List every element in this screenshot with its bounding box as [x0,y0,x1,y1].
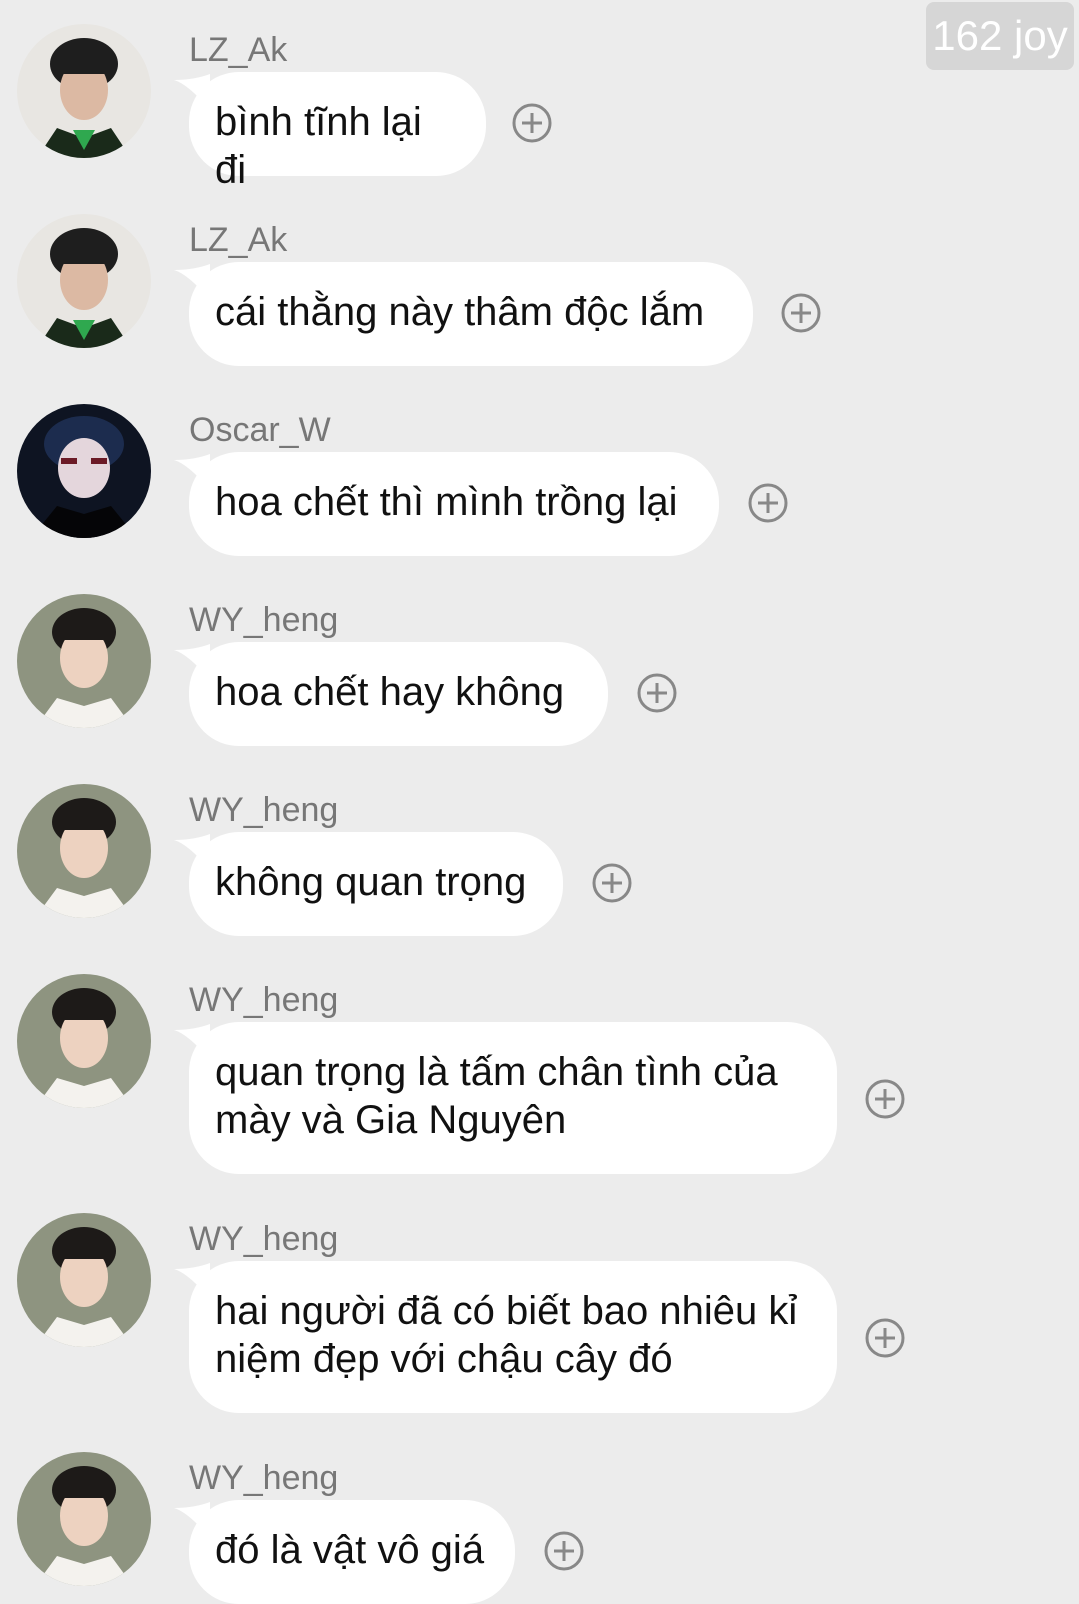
message-text-line: quan trọng là tấm chân tình của [215,1050,778,1094]
message-bubble[interactable]: quan trọng là tấm chân tình của mày và G… [189,1022,837,1174]
plus-circle-icon[interactable] [864,1317,906,1359]
message-text: hoa chết hay không [215,670,565,714]
avatar[interactable] [17,594,151,728]
sender-name: WY_heng [189,601,339,639]
message-text-line: niệm đẹp với chậu cây đó [215,1337,673,1381]
message-bubble[interactable]: hoa chết thì mình trồng lại [189,452,719,556]
plus-circle-icon[interactable] [780,292,822,334]
avatar[interactable] [17,1213,151,1347]
sender-name: LZ_Ak [189,31,288,69]
message-bubble[interactable]: bình tĩnh lại đi [189,72,486,192]
plus-circle-icon[interactable] [591,862,633,904]
avatar[interactable] [17,1452,151,1586]
plus-circle-icon[interactable] [747,482,789,524]
message-text: không quan trọng [215,860,527,904]
sender-name: WY_heng [189,791,339,829]
sender-name: WY_heng [189,1459,339,1497]
message-text: bình tĩnh lại đi [215,100,422,192]
plus-circle-icon[interactable] [543,1530,585,1572]
message-text: đó là vật vô giá [215,1528,485,1572]
message-bubble[interactable]: đó là vật vô giá [189,1500,515,1604]
watermark: 162 joy [926,2,1074,70]
avatar[interactable] [17,24,151,158]
plus-circle-icon[interactable] [864,1078,906,1120]
avatar[interactable] [17,974,151,1108]
sender-name: Oscar_W [189,411,331,449]
avatar[interactable] [17,404,151,538]
message-bubble[interactable]: hoa chết hay không [189,642,608,746]
sender-name: WY_heng [189,1220,339,1258]
plus-circle-icon[interactable] [511,102,553,144]
plus-circle-icon[interactable] [636,672,678,714]
avatar[interactable] [17,214,151,348]
message-text: cái thằng này thâm độc lắm [215,290,705,334]
message-text-line: hai người đã có biết bao nhiêu kỉ [215,1289,798,1333]
message-text-line: mày và Gia Nguyên [215,1098,567,1142]
sender-name: LZ_Ak [189,221,288,259]
message-text: hoa chết thì mình trồng lại [215,480,678,524]
avatar[interactable] [17,784,151,918]
sender-name: WY_heng [189,981,339,1019]
message-bubble[interactable]: không quan trọng [189,832,563,936]
message-bubble[interactable]: cái thằng này thâm độc lắm [189,262,753,366]
message-bubble[interactable]: hai người đã có biết bao nhiêu kỉ niệm đ… [189,1261,837,1413]
